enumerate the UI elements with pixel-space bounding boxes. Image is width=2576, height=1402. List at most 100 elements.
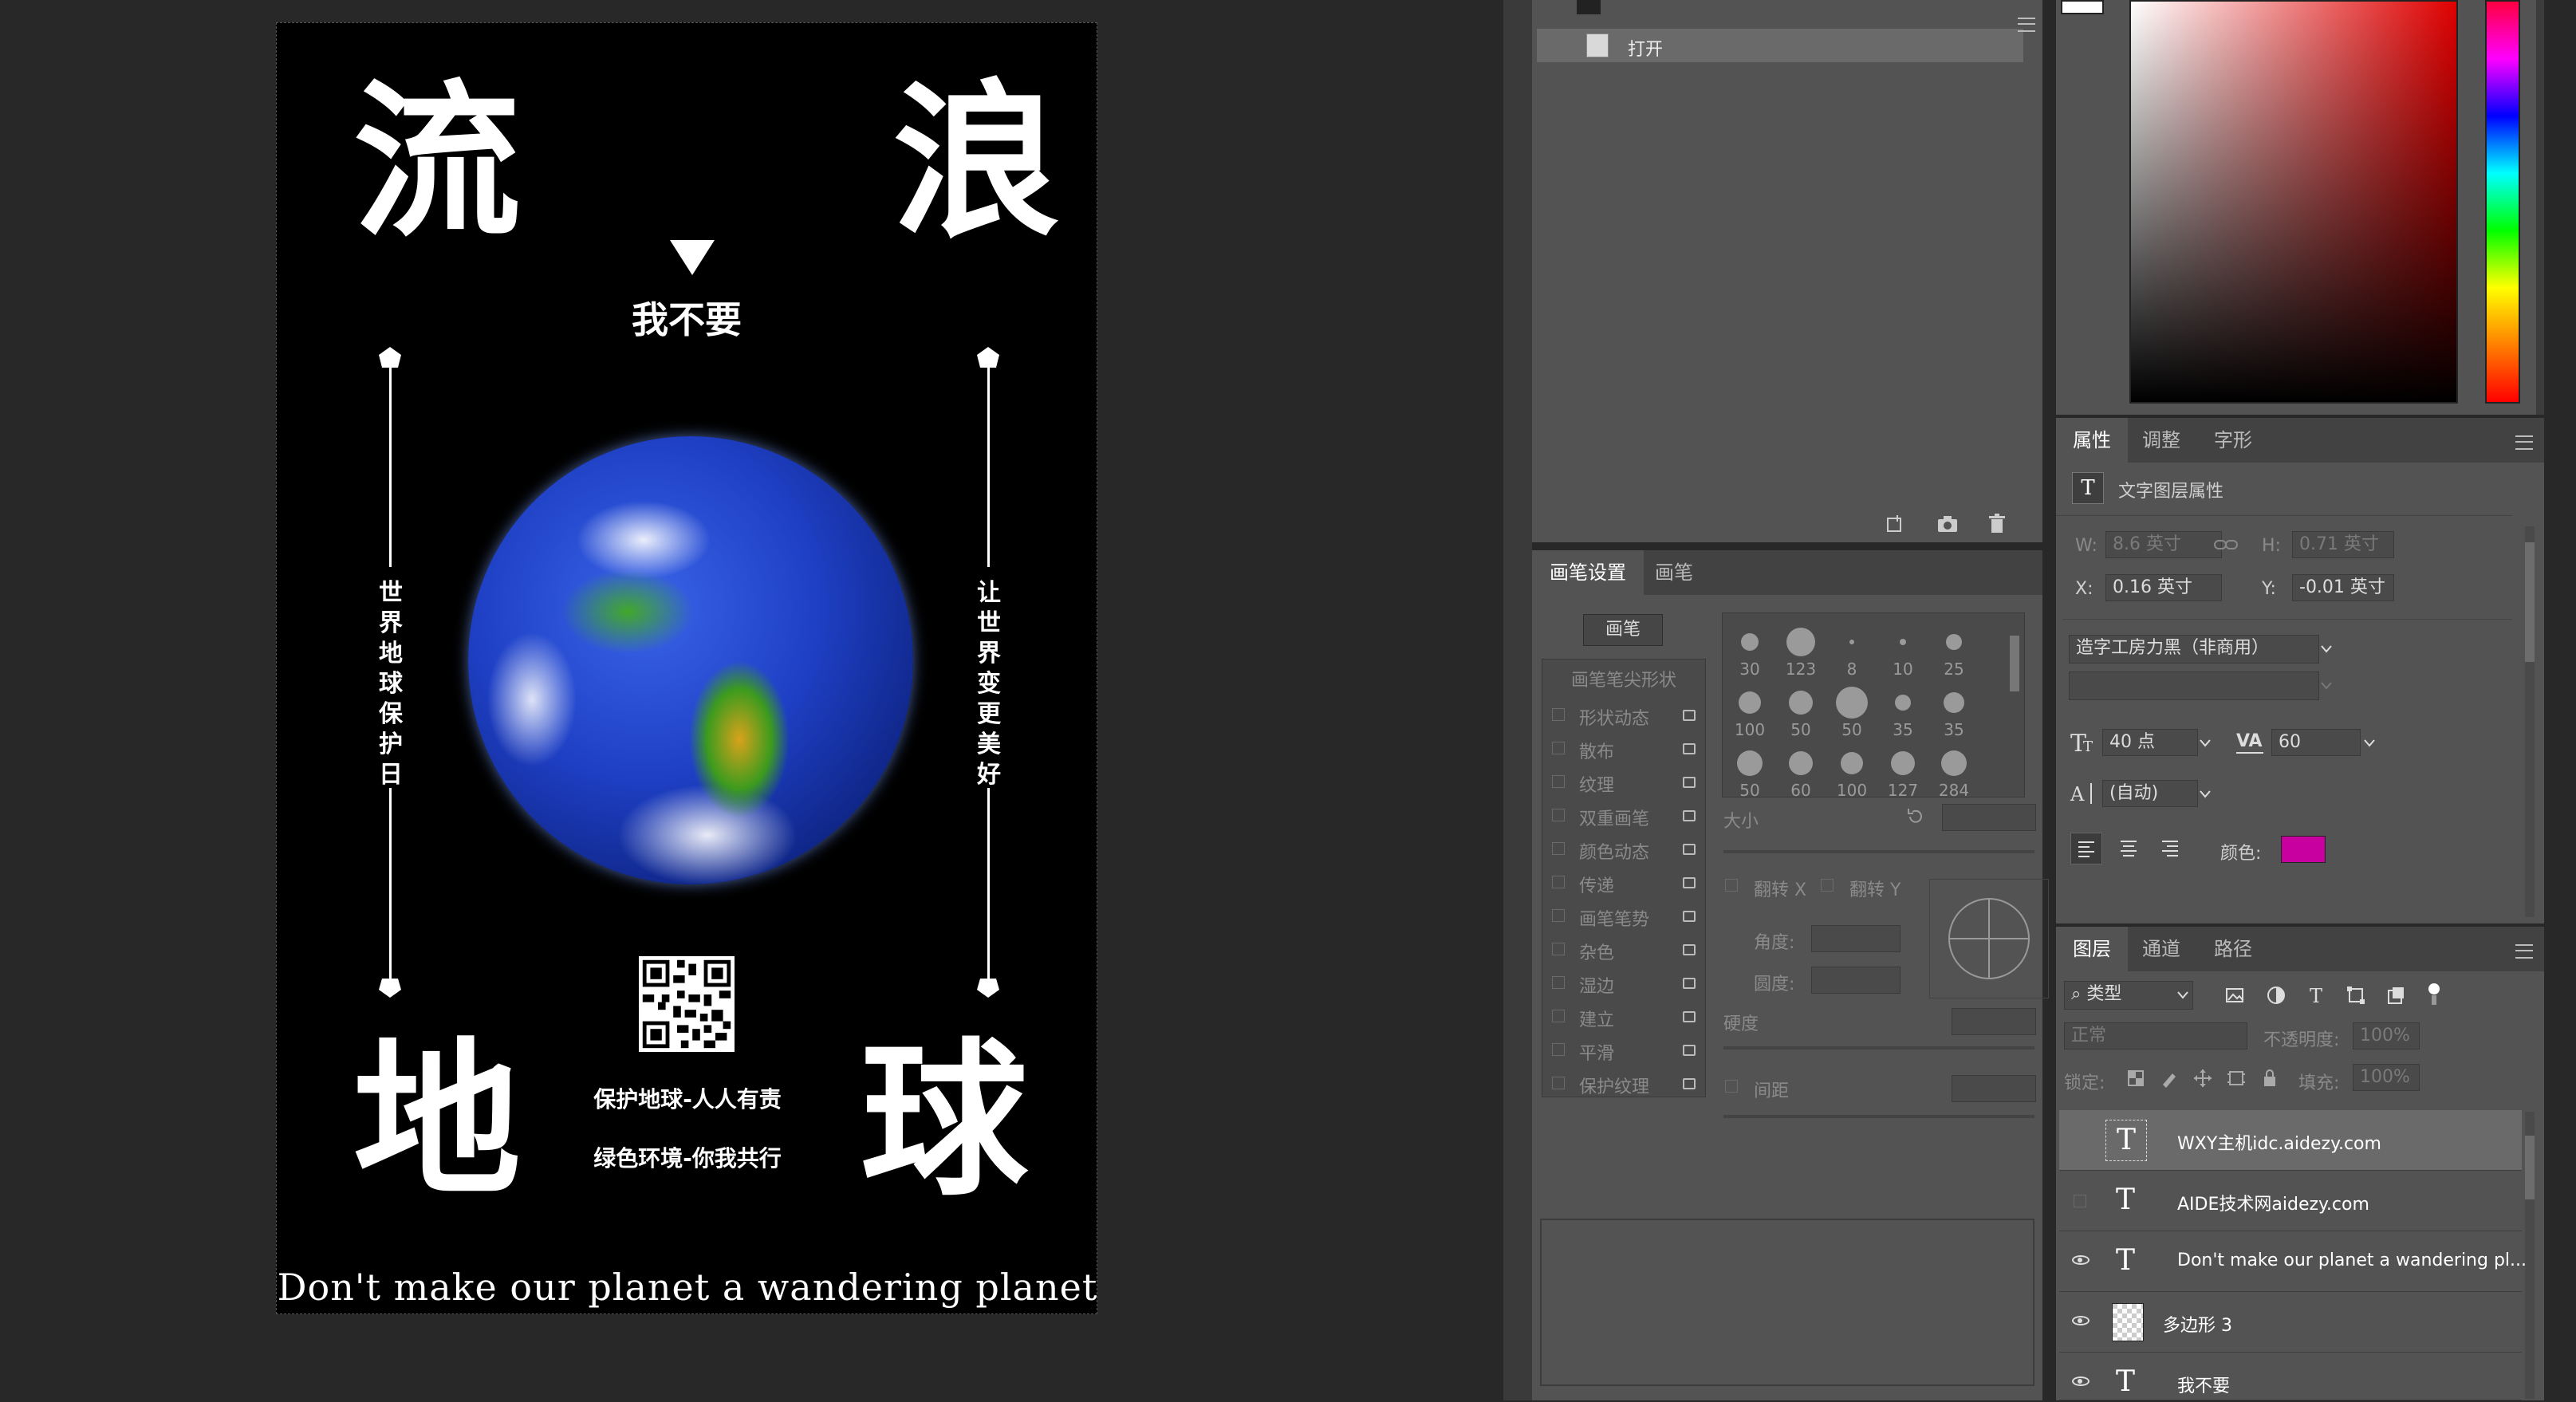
brush-tip-preview[interactable]	[1789, 691, 1813, 715]
brush-size-slider[interactable]	[1723, 850, 2034, 853]
adjustment-filter-icon[interactable]	[2265, 984, 2287, 1006]
camera-icon[interactable]	[1936, 512, 1960, 536]
align-center-icon[interactable]	[2113, 833, 2144, 863]
trash-icon[interactable]	[1985, 512, 2009, 536]
lock-position-icon[interactable]	[2192, 1067, 2214, 1089]
properties-scrollbar-track[interactable]	[2525, 526, 2535, 917]
lock-pixels-icon[interactable]	[2158, 1067, 2180, 1089]
brush-option-row[interactable]: 双重画笔	[1542, 800, 1705, 830]
brush-panel-menu-icon[interactable]	[2018, 18, 2035, 32]
tracking-input[interactable]: 60	[2271, 729, 2361, 756]
lock-icon[interactable]	[1683, 743, 1696, 754]
chevron-down-icon[interactable]	[2198, 737, 2212, 750]
type-filter-icon[interactable]: T	[2305, 984, 2327, 1006]
new-document-icon[interactable]	[1883, 512, 1907, 536]
brush-tip-preview[interactable]	[1900, 639, 1906, 645]
brush-option-checkbox[interactable]	[1552, 909, 1565, 922]
lock-icon[interactable]	[1683, 1045, 1696, 1056]
tab-layers[interactable]: 图层	[2056, 927, 2128, 971]
brush-option-checkbox[interactable]	[1552, 1043, 1565, 1056]
spacing-checkbox[interactable]	[1725, 1080, 1738, 1093]
hue-slider[interactable]	[2485, 0, 2520, 404]
tab-adjustments[interactable]: 调整	[2142, 418, 2180, 463]
brush-option-row[interactable]: 纹理	[1542, 766, 1705, 797]
tab-brush-settings[interactable]: 画笔设置	[1532, 550, 1644, 595]
brush-option-checkbox[interactable]	[1552, 976, 1565, 989]
brush-option-row[interactable]: 散布	[1542, 733, 1705, 763]
tab-channels[interactable]: 通道	[2142, 927, 2180, 971]
lock-icon[interactable]	[1683, 710, 1696, 721]
brush-tip-preview[interactable]	[1849, 640, 1854, 644]
brush-option-checkbox[interactable]	[1552, 1010, 1565, 1022]
angle-input[interactable]	[1811, 925, 1900, 952]
flip-y-checkbox[interactable]	[1821, 879, 1834, 892]
chevron-down-icon[interactable]	[2362, 737, 2377, 750]
brush-option-checkbox[interactable]	[1552, 809, 1565, 821]
lock-icon[interactable]	[1683, 944, 1696, 955]
layer-row[interactable]: 多边形 3	[2059, 1292, 2522, 1353]
brush-tip-preview[interactable]	[1741, 633, 1759, 651]
brush-size-input[interactable]	[1942, 804, 2036, 831]
tab-paths[interactable]: 路径	[2214, 927, 2252, 971]
width-input[interactable]: 8.6 英寸	[2105, 531, 2222, 558]
poster-canvas[interactable]: 流 浪 我不要 世界地球保护日 让世界变更美好 保护地球-人人有责 地 球 绿色…	[276, 22, 1097, 1314]
brush-option-checkbox[interactable]	[1552, 1077, 1565, 1089]
hardness-input[interactable]	[1952, 1008, 2036, 1035]
lock-transparent-icon[interactable]	[2125, 1067, 2147, 1089]
layer-visibility-toggle[interactable]	[2074, 1134, 2086, 1147]
foreground-color-swatch[interactable]	[2061, 0, 2104, 14]
brush-tip-preview[interactable]	[1944, 692, 1964, 713]
brush-tip-preview[interactable]	[1789, 751, 1813, 775]
lock-icon[interactable]	[1683, 911, 1696, 922]
brush-option-checkbox[interactable]	[1552, 842, 1565, 855]
document-canvas-area[interactable]: 流 浪 我不要 世界地球保护日 让世界变更美好 保护地球-人人有责 地 球 绿色…	[0, 0, 1503, 1400]
brush-tip-preview[interactable]	[1891, 751, 1915, 775]
hardness-slider[interactable]	[1723, 1046, 2034, 1050]
text-color-swatch[interactable]	[2281, 836, 2326, 863]
brush-tip-preview[interactable]	[1739, 691, 1761, 714]
layer-visibility-toggle[interactable]	[2074, 1195, 2086, 1207]
brush-option-checkbox[interactable]	[1552, 742, 1565, 754]
blend-mode-select[interactable]: 正常	[2064, 1022, 2247, 1050]
eye-icon[interactable]	[2072, 1316, 2090, 1325]
tab-properties[interactable]: 属性	[2056, 418, 2128, 463]
brush-presets-button[interactable]: 画笔	[1583, 614, 1663, 646]
layers-scrollbar-thumb[interactable]	[2525, 1136, 2535, 1199]
brush-option-row[interactable]: 湿边	[1542, 967, 1705, 998]
chevron-down-icon[interactable]	[2176, 989, 2190, 1002]
lock-artboard-icon[interactable]	[2225, 1067, 2247, 1089]
shape-filter-icon[interactable]	[2345, 984, 2367, 1006]
leading-input[interactable]: (自动)	[2102, 780, 2198, 807]
brush-tip-preview[interactable]	[1841, 752, 1863, 774]
font-family-select[interactable]: 造字工房力黑（非商用）	[2069, 635, 2319, 664]
brush-option-checkbox[interactable]	[1552, 775, 1565, 788]
brush-option-row[interactable]: 建立	[1542, 1001, 1705, 1031]
align-right-icon[interactable]	[2155, 833, 2185, 863]
layer-row[interactable]: T WXY主机idc.aidezy.com	[2059, 1110, 2522, 1171]
brush-tip-preview[interactable]	[1786, 628, 1815, 656]
brush-tip-preview[interactable]	[1946, 634, 1962, 650]
lock-icon[interactable]	[1683, 810, 1696, 821]
brush-option-row[interactable]: 保护纹理	[1542, 1068, 1705, 1098]
brush-option-checkbox[interactable]	[1552, 943, 1565, 955]
lock-icon[interactable]	[1683, 877, 1696, 888]
y-input[interactable]: -0.01 英寸	[2292, 574, 2394, 601]
properties-menu-icon[interactable]	[2515, 435, 2533, 450]
chevron-down-icon[interactable]	[2319, 643, 2334, 656]
eye-icon[interactable]	[2072, 1376, 2090, 1386]
brush-option-row[interactable]: 杂色	[1542, 934, 1705, 964]
brush-grid-scrollbar[interactable]	[2010, 636, 2019, 691]
lock-icon[interactable]	[1683, 978, 1696, 989]
brush-tip-grid[interactable]: 30 123 8 10 25 100 50 50 35 35 50 60 100 127 284	[1722, 612, 2025, 800]
properties-scrollbar-thumb[interactable]	[2525, 542, 2535, 662]
layers-menu-icon[interactable]	[2515, 944, 2533, 959]
layer-row[interactable]: T AIDE技术网aidezy.com	[2059, 1171, 2522, 1231]
history-item-open[interactable]: 打开	[1537, 29, 2023, 62]
filter-toggle-icon[interactable]	[2424, 981, 2444, 1008]
fill-input[interactable]: 100%	[2353, 1064, 2420, 1091]
link-icon[interactable]	[2212, 533, 2241, 557]
brush-tip-preview[interactable]	[1737, 750, 1763, 776]
smart-object-filter-icon[interactable]	[2385, 984, 2407, 1006]
chevron-down-icon[interactable]	[2198, 788, 2212, 801]
height-input[interactable]: 0.71 英寸	[2292, 531, 2394, 558]
